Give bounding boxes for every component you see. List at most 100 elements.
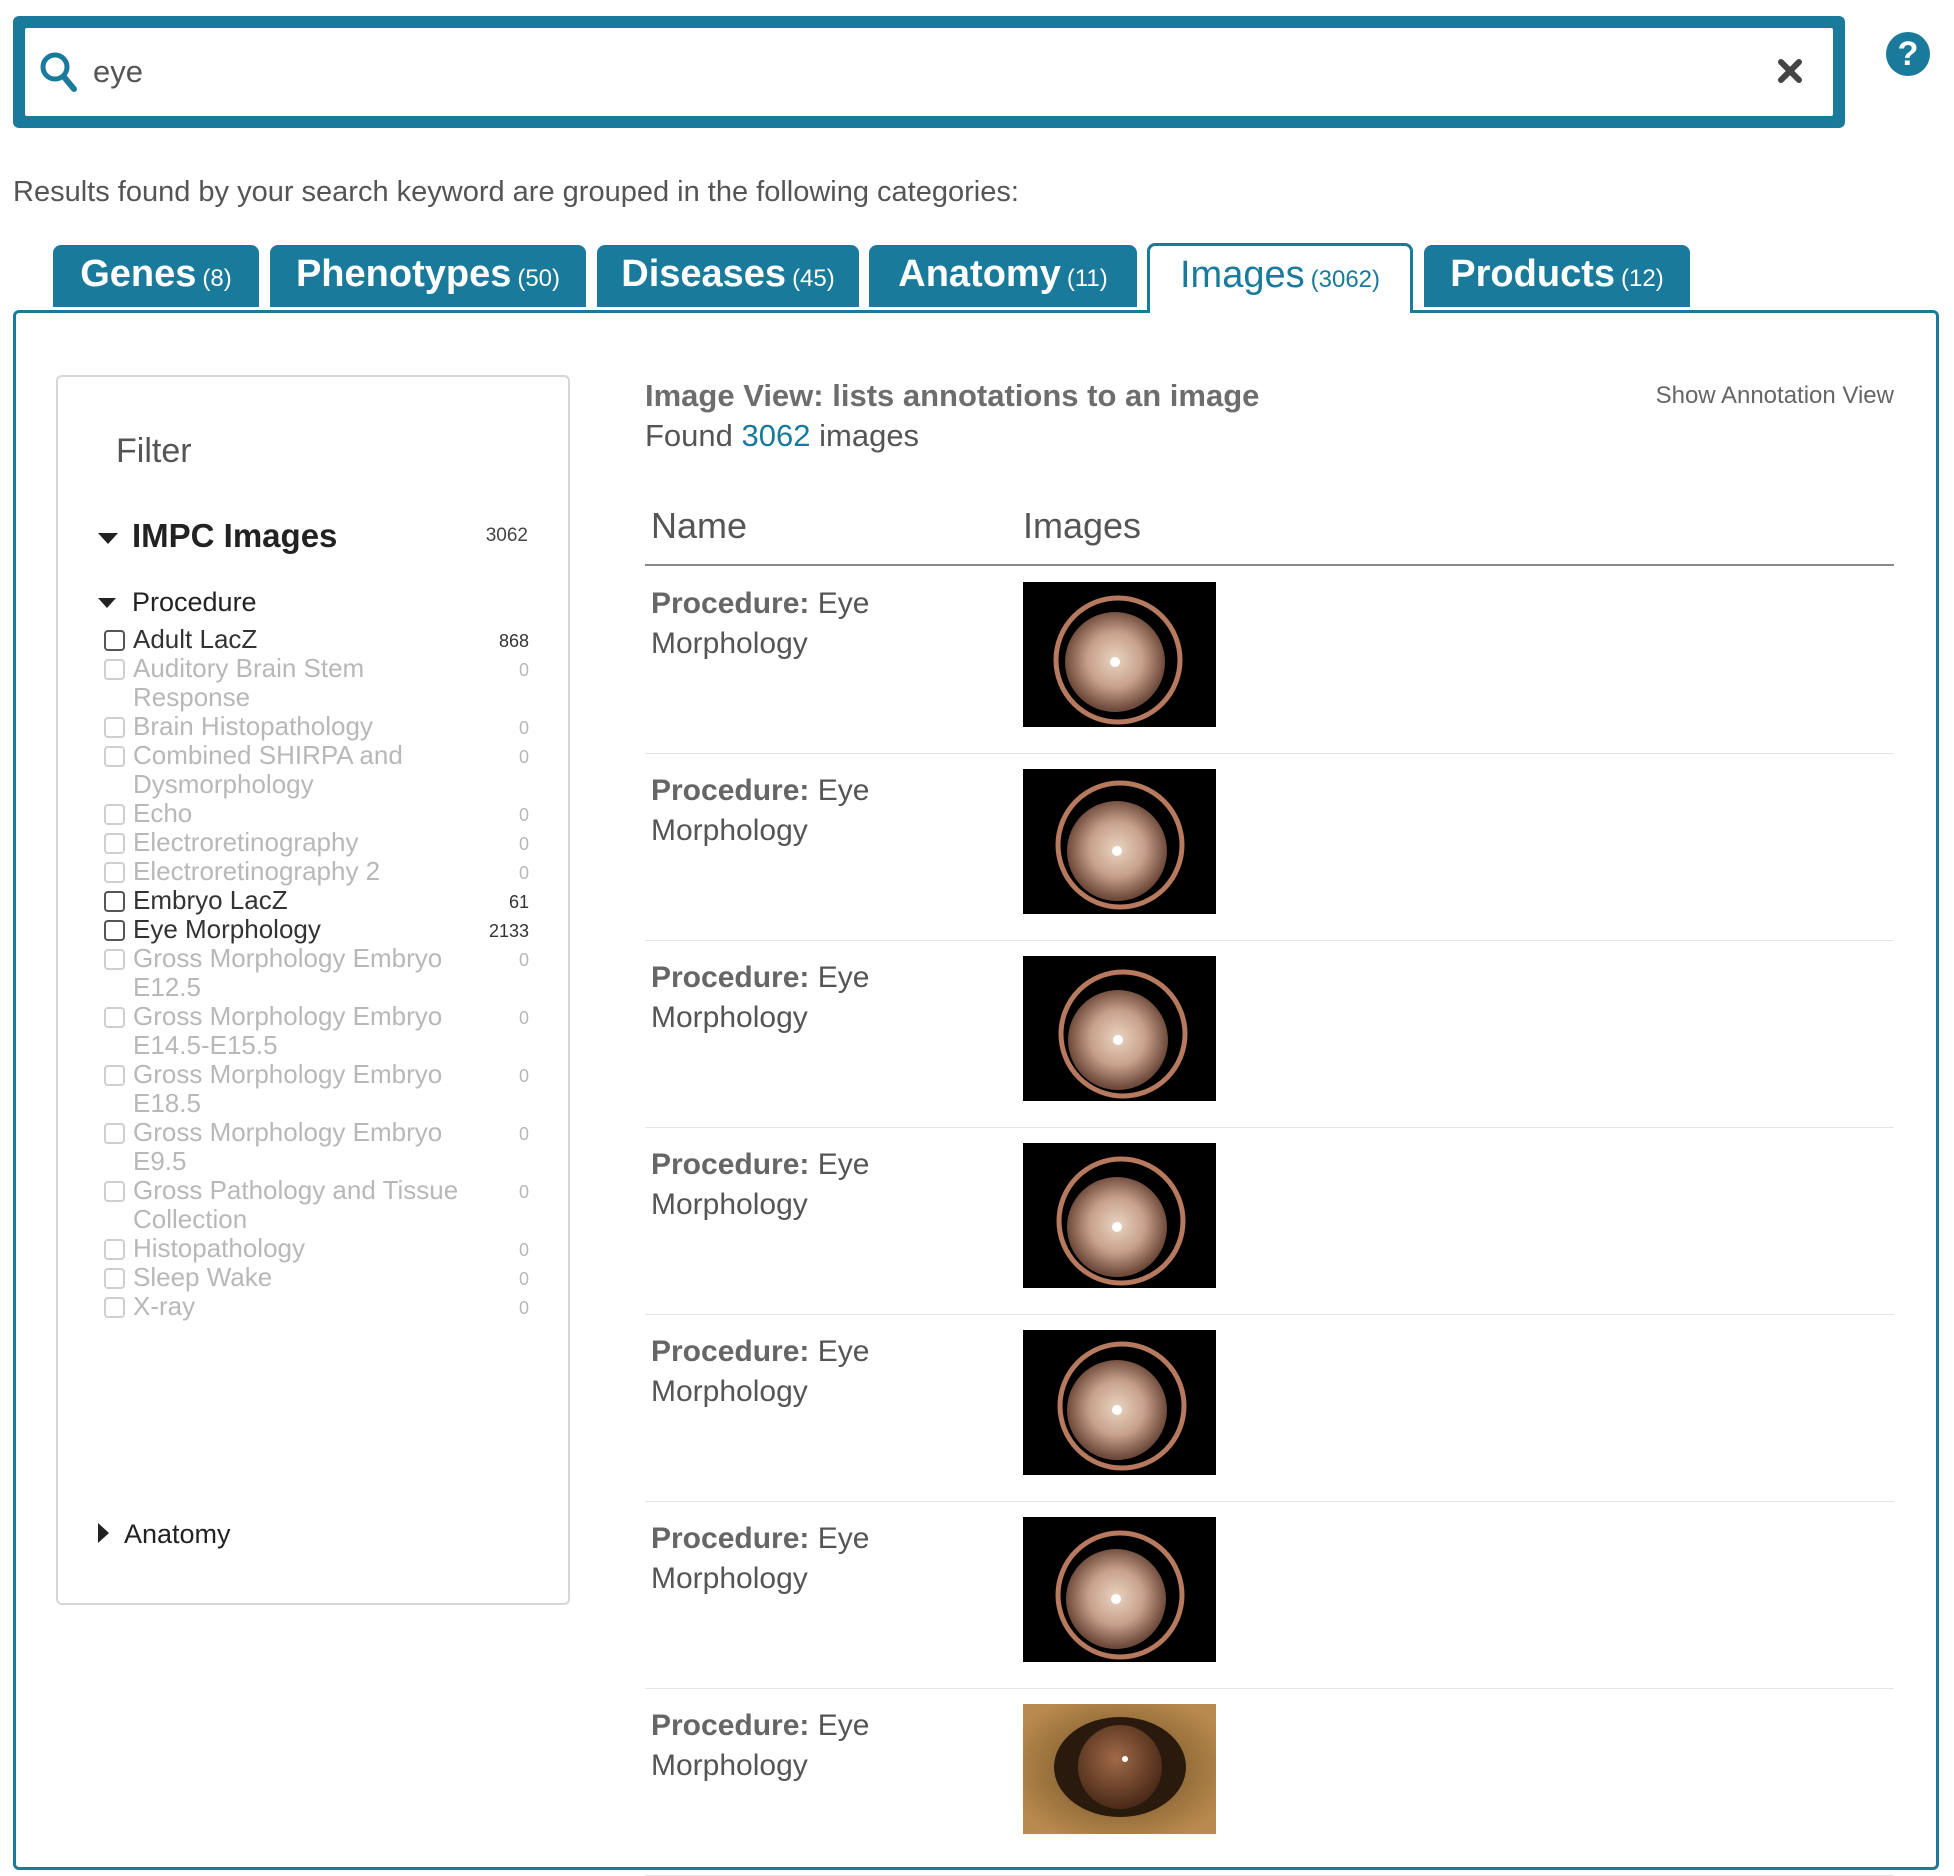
- result-value-line2: Morphology: [651, 1562, 808, 1595]
- procedure-checkbox[interactable]: [104, 630, 125, 651]
- procedure-item-count: 0: [518, 863, 529, 883]
- eye-fundus-thumbnail[interactable]: [1023, 1517, 1216, 1662]
- question-circle-icon[interactable]: ?: [1886, 32, 1930, 76]
- procedure-item-count: 0: [518, 1008, 529, 1028]
- procedure-item-count: 0: [518, 1124, 529, 1144]
- tab-anatomy[interactable]: Anatomy (11): [869, 245, 1137, 307]
- show-annotation-view-link[interactable]: Show Annotation View: [1656, 382, 1894, 410]
- procedure-item-label: Auditory Brain Stem Response: [133, 653, 365, 712]
- facet-count: 3062: [485, 525, 528, 546]
- tab-phenotypes[interactable]: Phenotypes (50): [270, 245, 586, 307]
- procedure-item-count: 0: [518, 1066, 529, 1086]
- procedure-checkbox[interactable]: [104, 804, 125, 825]
- procedure-item-label: Gross Morphology Embryo E9.5: [133, 1117, 443, 1176]
- procedure-item-count: 0: [518, 1182, 529, 1202]
- procedure-checkbox[interactable]: [104, 746, 125, 767]
- procedure-checkbox[interactable]: [104, 949, 125, 970]
- result-value-line1: Eye: [817, 1148, 870, 1181]
- eye-fundus-thumbnail[interactable]: [1023, 956, 1216, 1101]
- result-value-line2: Morphology: [651, 1375, 808, 1408]
- procedure-checkbox[interactable]: [104, 920, 125, 941]
- eye-closeup-thumbnail[interactable]: [1023, 1704, 1216, 1834]
- procedure-item-label: Gross Morphology Embryo E12.5: [133, 943, 443, 1002]
- facet-impc-images[interactable]: IMPC Images 3062: [98, 517, 528, 557]
- procedure-checkbox[interactable]: [104, 1007, 125, 1028]
- search-icon[interactable]: [39, 50, 79, 94]
- procedure-checkbox[interactable]: [104, 1297, 125, 1318]
- procedure-item-count: 0: [518, 1269, 529, 1289]
- caret-down-icon: [98, 598, 116, 608]
- eye-fundus-thumbnail[interactable]: [1023, 769, 1216, 914]
- procedure-item-label: Gross Pathology and Tissue Collection: [133, 1175, 459, 1234]
- found-prefix: Found: [645, 418, 733, 453]
- procedure-item-count: 0: [518, 950, 529, 970]
- result-key: Procedure: [651, 587, 800, 620]
- tab-count: (45): [792, 265, 835, 292]
- procedure-checkbox[interactable]: [104, 833, 125, 854]
- filter-title: Filter: [116, 432, 192, 470]
- procedure-list: Adult LacZ 868 Auditory Brain Stem Respon…: [104, 625, 529, 1321]
- procedure-item-count: 0: [518, 834, 529, 854]
- procedure-item-label: Combined SHIRPA and Dysmorphology: [133, 740, 403, 799]
- procedure-checkbox[interactable]: [104, 1123, 125, 1144]
- found-count-link[interactable]: 3062: [742, 418, 811, 453]
- eye-fundus-thumbnail[interactable]: [1023, 1330, 1216, 1475]
- procedure-item: Gross Morphology Embryo E9.5 0: [104, 1118, 529, 1176]
- procedure-item-label: Echo: [133, 798, 193, 828]
- view-title: Image View: lists annotations to an imag…: [645, 378, 1260, 413]
- procedure-checkbox[interactable]: [104, 659, 125, 680]
- procedure-item: Electroretinography 0: [104, 828, 529, 857]
- procedure-checkbox[interactable]: [104, 862, 125, 883]
- procedure-item-count: 0: [518, 1298, 529, 1318]
- tab-count: (3062): [1310, 266, 1380, 293]
- procedure-label: Procedure: [132, 587, 257, 617]
- procedure-item: Electroretinography 2 0: [104, 857, 529, 886]
- search-input[interactable]: [93, 40, 1693, 104]
- tab-products[interactable]: Products (12): [1424, 245, 1690, 307]
- procedure-item-count: 0: [518, 718, 529, 738]
- result-row: Procedure: Eye Morphology: [645, 1501, 1894, 1689]
- eye-fundus-thumbnail[interactable]: [1023, 582, 1216, 727]
- result-row: Procedure: Eye Morphology: [645, 566, 1894, 754]
- procedure-item-label: Electroretinography 2: [133, 856, 381, 886]
- procedure-item-label: X-ray: [133, 1291, 196, 1321]
- tab-diseases[interactable]: Diseases (45): [597, 245, 859, 307]
- procedure-checkbox[interactable]: [104, 891, 125, 912]
- procedure-item-label: Gross Morphology Embryo E14.5-E15.5: [133, 1001, 443, 1060]
- tab-count: (12): [1621, 265, 1664, 292]
- procedure-item: Brain Histopathology 0: [104, 712, 529, 741]
- procedure-item-label: Histopathology: [133, 1233, 305, 1263]
- close-icon[interactable]: [1773, 54, 1807, 88]
- result-value-line2: Morphology: [651, 627, 808, 660]
- procedure-item: Gross Morphology Embryo E14.5-E15.5 0: [104, 1002, 529, 1060]
- result-name: Procedure: Eye Morphology: [651, 961, 870, 1034]
- procedure-item-label: Gross Morphology Embryo E18.5: [133, 1059, 443, 1118]
- tab-genes[interactable]: Genes (8): [53, 245, 259, 307]
- result-key: Procedure: [651, 1709, 800, 1742]
- tab-images[interactable]: Images (3062): [1147, 243, 1413, 313]
- procedure-item: Gross Pathology and Tissue Collection 0: [104, 1176, 529, 1234]
- procedure-item-label: Embryo LacZ: [133, 885, 288, 915]
- result-name: Procedure: Eye Morphology: [651, 587, 870, 660]
- found-suffix: images: [819, 418, 920, 453]
- procedure-checkbox[interactable]: [104, 1065, 125, 1086]
- result-key: Procedure: [651, 961, 800, 994]
- eye-fundus-thumbnail[interactable]: [1023, 1143, 1216, 1288]
- procedure-checkbox[interactable]: [104, 717, 125, 738]
- tab-label: Phenotypes: [295, 253, 512, 295]
- procedure-checkbox[interactable]: [104, 1268, 125, 1289]
- results-caption: Results found by your search keyword are…: [13, 176, 1019, 208]
- tab-label: Images: [1180, 254, 1305, 296]
- procedure-item-label: Eye Morphology: [133, 914, 321, 944]
- procedure-item: Histopathology 0: [104, 1234, 529, 1263]
- caret-down-icon: [98, 533, 118, 544]
- result-value-line1: Eye: [817, 961, 870, 994]
- procedure-checkbox[interactable]: [104, 1181, 125, 1202]
- result-key: Procedure: [651, 774, 800, 807]
- procedure-item: Eye Morphology 2133: [104, 915, 529, 944]
- procedure-checkbox[interactable]: [104, 1239, 125, 1260]
- result-value-line2: Morphology: [651, 1188, 808, 1221]
- tab-count: (8): [202, 265, 232, 292]
- result-row: Procedure: Eye Morphology: [645, 940, 1894, 1128]
- result-row: Procedure: Eye Morphology: [645, 1314, 1894, 1502]
